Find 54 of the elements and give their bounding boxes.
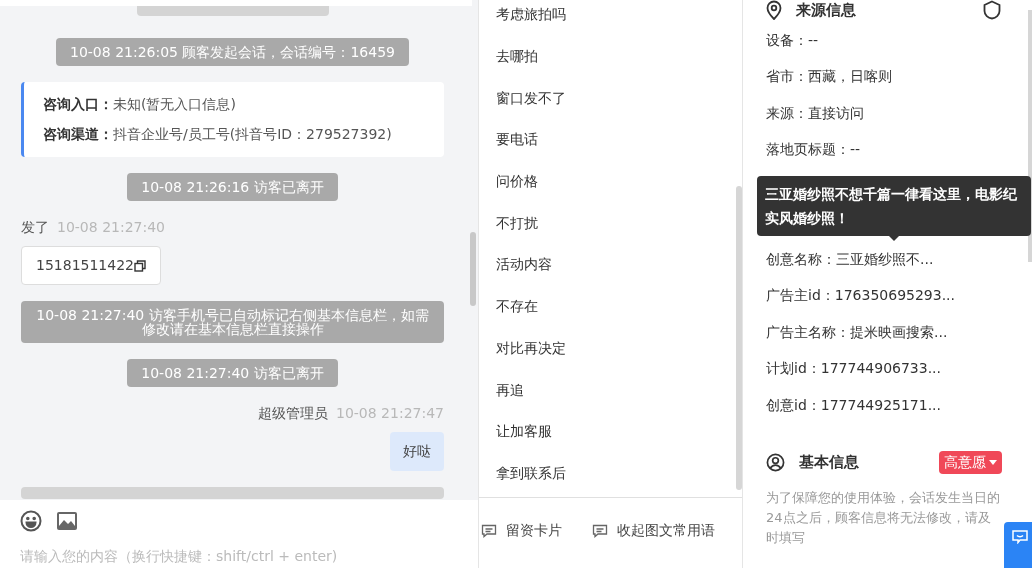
phrase-item[interactable]: 对比再决定: [479, 327, 730, 370]
info-label: 咨询渠道：: [43, 125, 113, 144]
phone-number: 15181511422: [36, 256, 134, 275]
phrase-item[interactable]: 活动内容: [479, 244, 730, 286]
tooltip-arrow: [889, 236, 899, 241]
source-field: 省市：西藏，日喀则: [766, 58, 1002, 95]
sender-name: 发了: [21, 218, 49, 237]
user-icon: [766, 452, 785, 472]
phrase-action-button[interactable]: 收起图文常用语: [592, 520, 715, 541]
source-field: 广告主名称：提米映画搜索...: [766, 314, 1002, 351]
sender-name: 超级管理员: [258, 404, 328, 423]
message-time: 10-08 21:27:40: [57, 218, 165, 237]
phrase-action-button[interactable]: 留资卡片: [481, 520, 562, 541]
image-icon[interactable]: [56, 511, 78, 531]
section-title: 基本信息: [799, 451, 859, 473]
copy-icon[interactable]: [134, 259, 146, 272]
info-value: 未知(暂无入口信息): [113, 95, 236, 114]
section-title: 来源信息: [796, 0, 856, 21]
phrase-item[interactable]: 再追: [479, 369, 730, 411]
shield-icon[interactable]: [982, 0, 1002, 20]
caret-icon: [989, 459, 997, 465]
message-time: 10-08 21:27:47: [336, 404, 444, 423]
source-field: 广告主id：176350695293...: [766, 277, 1002, 314]
source-field: 设备：--: [766, 22, 1002, 59]
message-bubble: 好哒: [390, 432, 444, 471]
chat-float-button[interactable]: [1004, 522, 1032, 568]
chat-bubble-icon: [1012, 530, 1028, 544]
info-label: 咨询入口：: [43, 95, 113, 114]
message-input[interactable]: 请输入您的内容（换行快捷键：shift/ctrl + enter): [20, 546, 460, 567]
phrase-item[interactable]: 让加客服: [479, 410, 730, 453]
notice-text: 为了保障您的使用体验，会话发生当日的24点之后，顾客信息将无法修改，请及时填写: [766, 488, 1001, 547]
info-value: 抖音企业号/员工号(抖音号ID：279527392): [113, 125, 392, 144]
emoji-icon[interactable]: [20, 510, 42, 532]
phrase-item[interactable]: 考虑旅拍吗: [479, 0, 730, 36]
system-message: 10-08 21:26:05 顾客发起会话，会话编号：16459: [56, 38, 409, 66]
phrase-item[interactable]: 问价格: [479, 160, 730, 203]
source-field: 创意id：177744925171...: [766, 387, 1002, 424]
phrase-item[interactable]: 不打扰: [479, 202, 730, 245]
chat-bubble-icon: [592, 523, 608, 538]
phrase-item[interactable]: 拿到联系后: [479, 452, 730, 495]
phrase-item[interactable]: 窗口发不了: [479, 77, 730, 120]
system-message: 10-08 21:26:16 访客已离开: [127, 173, 338, 201]
source-field: 计划id：177744906733...: [766, 350, 1002, 387]
location-pin-icon: [766, 0, 782, 20]
intent-tag[interactable]: 高意愿: [939, 450, 1002, 474]
chat-bubble-icon: [481, 523, 497, 538]
phrase-item[interactable]: 要电话: [479, 119, 730, 161]
source-field: 落地页标题：--: [766, 131, 1002, 168]
source-field: 创意名称：三亚婚纱照不...: [766, 241, 1002, 278]
system-message: 10-08 21:27:40 访客手机号已自动标记右侧基本信息栏，如需修改请在基本信息栏直接操作: [21, 301, 444, 343]
phrase-item[interactable]: 去哪拍: [479, 35, 730, 78]
system-message: 10-08 21:27:40 访客已离开: [127, 359, 338, 387]
phrase-item[interactable]: 不存在: [479, 285, 730, 328]
source-field: 来源：直接访问: [766, 95, 1002, 132]
